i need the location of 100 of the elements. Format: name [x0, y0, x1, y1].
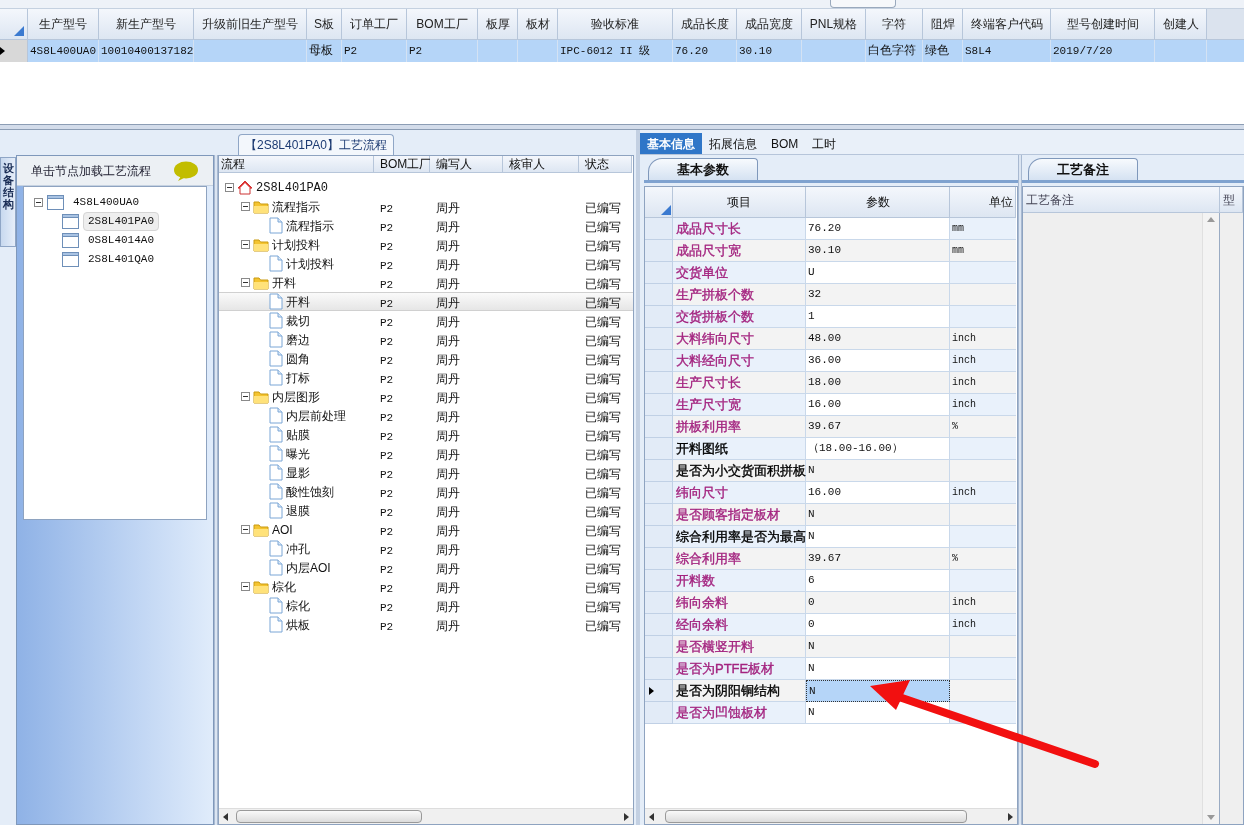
panel-tab[interactable]: 基本参数	[648, 158, 758, 180]
tree-row[interactable]: 流程指示 P2 周丹 已编写	[219, 216, 633, 235]
value-field[interactable]: 16.00	[806, 482, 950, 504]
panel-tab[interactable]: 工艺备注	[1028, 158, 1138, 180]
scroll-up-icon[interactable]	[1207, 217, 1215, 222]
column-header[interactable]: 板厚	[478, 9, 518, 40]
tree-row[interactable]: 内层前处理 P2 周丹 已编写	[219, 406, 633, 425]
tree-node[interactable]: 2S8L401QA0	[83, 250, 159, 269]
tab[interactable]: BOM	[764, 133, 806, 154]
tree-row[interactable]: 2S8L401PA0	[219, 178, 633, 197]
tree-node[interactable]: 0S8L4014A0	[83, 231, 159, 250]
tree-row[interactable]: 曝光 P2 周丹 已编写	[219, 444, 633, 463]
tree-row[interactable]: 内层AOI P2 周丹 已编写	[219, 558, 633, 577]
column-header[interactable]: 型	[1220, 187, 1243, 213]
column-header[interactable]: 成品长度	[673, 9, 737, 40]
tree-row[interactable]: 开料 P2 周丹 已编写	[219, 292, 633, 311]
row-header[interactable]	[0, 40, 28, 62]
column-header[interactable]: 终端客户代码	[963, 9, 1051, 40]
column-header[interactable]: 项目	[673, 187, 806, 218]
tree-row[interactable]: 计划投料 P2 周丹 已编写	[219, 235, 633, 254]
value-field[interactable]: 0	[806, 592, 950, 614]
value-field[interactable]: 48.00	[806, 328, 950, 350]
tree-row[interactable]: 磨边 P2 周丹 已编写	[219, 330, 633, 349]
tree-node[interactable]: 2S8L401PA0	[83, 212, 159, 231]
value-field[interactable]: 16.00	[806, 394, 950, 416]
column-header[interactable]: 单位	[950, 187, 1016, 218]
collapse-icon[interactable]	[34, 198, 43, 207]
collapse-icon[interactable]	[241, 582, 250, 591]
collapse-icon[interactable]	[225, 183, 234, 192]
value-field[interactable]: 76.20	[806, 218, 950, 240]
tree-row[interactable]: 退膜 P2 周丹 已编写	[219, 501, 633, 520]
tree-row[interactable]: 棕化 P2 周丹 已编写	[219, 577, 633, 596]
collapse-icon[interactable]	[241, 240, 250, 249]
collapse-tab[interactable]	[830, 0, 896, 8]
tree-row[interactable]: 流程指示 P2 周丹 已编写	[219, 197, 633, 216]
tree-row[interactable]: 裁切 P2 周丹 已编写	[219, 311, 633, 330]
value-field[interactable]: 18.00	[806, 372, 950, 394]
tree-row[interactable]: 圆角 P2 周丹 已编写	[219, 349, 633, 368]
tree-row[interactable]: 开料 P2 周丹 已编写	[219, 273, 633, 292]
tab[interactable]: 工时	[805, 133, 844, 154]
column-header[interactable]: 编写人	[430, 156, 503, 173]
tree-row[interactable]: 冲孔 P2 周丹 已编写	[219, 539, 633, 558]
column-header[interactable]: BOM工厂	[407, 9, 478, 40]
column-header[interactable]: 流程	[219, 156, 374, 173]
tree-row[interactable]: 酸性蚀刻 P2 周丹 已编写	[219, 482, 633, 501]
table-row[interactable]: 4S8L400UA0 10010400137182 母板 P2 P2 IPC-6012 II 级 76.20 30.10 白色字符 绿色 S8L4 2019/7/20	[0, 40, 1244, 62]
value-field[interactable]: （18.00-16.00）	[806, 438, 950, 460]
column-header[interactable]: 阻焊	[923, 9, 963, 40]
value-field[interactable]: N	[806, 658, 950, 680]
value-field[interactable]: 39.67	[806, 548, 950, 570]
vertical-scrollbar[interactable]	[1203, 213, 1220, 824]
column-header[interactable]: 型号创建时间	[1051, 9, 1155, 40]
tree-row[interactable]: 显影 P2 周丹 已编写	[219, 463, 633, 482]
tree-row[interactable]: 贴膜 P2 周丹 已编写	[219, 425, 633, 444]
row-header[interactable]	[645, 680, 673, 702]
value-field[interactable]: 0	[806, 614, 950, 636]
tree-row[interactable]: 烘板 P2 周丹 已编写	[219, 615, 633, 634]
side-tab[interactable]: 设备结构	[0, 157, 16, 247]
column-header[interactable]: 工艺备注	[1023, 187, 1220, 213]
value-field[interactable]: N	[806, 460, 950, 482]
value-field[interactable]: N	[806, 526, 950, 548]
splitter-bar[interactable]	[0, 124, 1244, 130]
collapse-icon[interactable]	[241, 525, 250, 534]
scrollbar-thumb[interactable]	[236, 810, 422, 823]
value-field[interactable]: U	[806, 262, 950, 284]
tab[interactable]: 拓展信息	[702, 133, 764, 154]
column-header[interactable]: S板	[307, 9, 342, 40]
tree-row[interactable]: 棕化 P2 周丹 已编写	[219, 596, 633, 615]
value-field[interactable]: 6	[806, 570, 950, 592]
tree-row[interactable]: 计划投料 P2 周丹 已编写	[219, 254, 633, 273]
value-field[interactable]: 32	[806, 284, 950, 306]
scrollbar-thumb[interactable]	[665, 810, 967, 823]
column-header[interactable]: 创建人	[1155, 9, 1207, 40]
column-header[interactable]: 板材	[518, 9, 558, 40]
column-header[interactable]: 升级前旧生产型号	[194, 9, 307, 40]
value-field[interactable]: 30.10	[806, 240, 950, 262]
value-field[interactable]: N	[806, 636, 950, 658]
value-field[interactable]: 1	[806, 306, 950, 328]
collapse-icon[interactable]	[241, 392, 250, 401]
value-field[interactable]: N	[806, 504, 950, 526]
horizontal-scrollbar[interactable]	[219, 808, 633, 824]
column-header[interactable]: 验收标准	[558, 9, 673, 40]
horizontal-scrollbar[interactable]	[645, 808, 1017, 824]
column-header[interactable]: 成品宽度	[737, 9, 802, 40]
value-field[interactable]: 39.67	[806, 416, 950, 438]
column-header[interactable]: 核审人	[503, 156, 579, 173]
tree-row[interactable]: 内层图形 P2 周丹 已编写	[219, 387, 633, 406]
value-field[interactable]: 36.00	[806, 350, 950, 372]
column-header[interactable]: 生产型号	[28, 9, 99, 40]
tree-node[interactable]: 4S8L400UA0	[68, 193, 144, 212]
collapse-icon[interactable]	[241, 202, 250, 211]
scroll-down-icon[interactable]	[1207, 815, 1215, 820]
column-header[interactable]: 参数	[806, 187, 950, 218]
tree-row[interactable]: 打标 P2 周丹 已编写	[219, 368, 633, 387]
column-header[interactable]: 新生产型号	[99, 9, 194, 40]
column-header[interactable]: BOM工厂	[374, 156, 430, 173]
column-header[interactable]: 状态	[579, 156, 632, 173]
collapse-icon[interactable]	[241, 278, 250, 287]
tab[interactable]: 基本信息	[640, 133, 702, 154]
tree-row[interactable]: AOI P2 周丹 已编写	[219, 520, 633, 539]
